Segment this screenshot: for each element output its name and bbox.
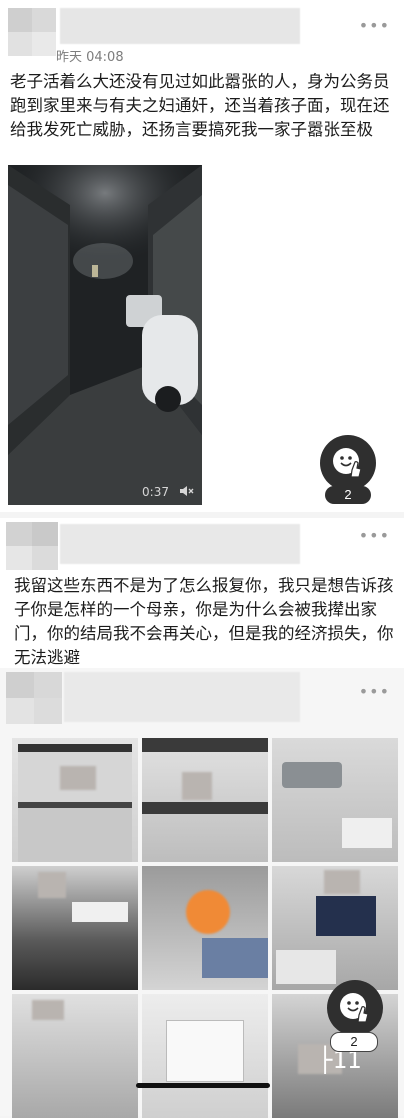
more-dots-icon[interactable]: ••• [359, 682, 390, 701]
speaker-muted-icon[interactable] [180, 485, 194, 500]
post-text: 我留这些东西不是为了怎么报复你，我只是想告诉孩子你是怎样的一个母亲，你是为什么会… [14, 576, 394, 667]
photo-7[interactable] [12, 994, 138, 1118]
floating-assist-button[interactable] [327, 980, 383, 1036]
username-blurred[interactable] [60, 524, 300, 564]
avatar[interactable] [6, 522, 58, 570]
post-1: 昨天 04:08 ••• 老子活着么大还没有见过如此嚣张的人，身为公务员跑到家里… [0, 0, 404, 512]
post-timestamp: 昨天 04:08 [56, 50, 124, 65]
avatar[interactable] [6, 672, 62, 724]
photo-8[interactable] [142, 994, 268, 1118]
photo-6[interactable] [272, 866, 398, 990]
post-text: 老子活着么大还没有见过如此嚣张的人，身为公务员跑到家里来与有夫之妇通奸，还当着孩… [10, 72, 390, 139]
photo-4[interactable] [12, 866, 138, 990]
username-blurred[interactable] [60, 8, 300, 44]
more-dots-icon[interactable]: ••• [359, 526, 390, 545]
video-player[interactable]: 0:37 [8, 165, 202, 505]
avatar[interactable] [8, 8, 56, 56]
floating-assist-button[interactable] [320, 435, 376, 491]
photo-3[interactable] [272, 738, 398, 862]
home-indicator[interactable] [136, 1083, 270, 1088]
photo-1[interactable] [12, 738, 138, 862]
touch-hand-icon [333, 448, 362, 478]
touch-hand-icon [340, 993, 369, 1023]
username-blurred[interactable] [64, 672, 300, 722]
photo-2[interactable] [142, 738, 268, 862]
video-frame [8, 165, 202, 505]
floating-badge-count[interactable]: 2 [330, 1032, 378, 1052]
floating-badge-count[interactable]: 2 [325, 486, 371, 504]
photo-5[interactable] [142, 866, 268, 990]
more-dots-icon[interactable]: ••• [359, 16, 390, 35]
video-duration: 0:37 [142, 485, 169, 499]
post-2: ••• 我留这些东西不是为了怎么报复你，我只是想告诉孩子你是怎样的一个母亲，你是… [0, 518, 404, 668]
